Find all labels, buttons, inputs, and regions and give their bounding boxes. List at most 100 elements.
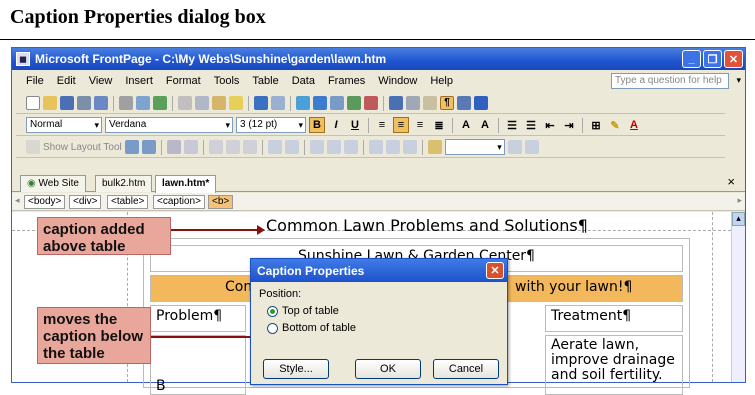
new-page-icon[interactable] bbox=[26, 96, 40, 110]
align-right-icon[interactable]: ≡ bbox=[412, 117, 428, 133]
tab-web-site[interactable]: ◉ Web Site bbox=[20, 175, 86, 192]
bold-button[interactable]: B bbox=[309, 117, 325, 133]
insert-rows-icon[interactable] bbox=[208, 140, 223, 154]
highlight-icon[interactable]: ✎ bbox=[607, 117, 623, 133]
numbering-icon[interactable]: ☰ bbox=[504, 117, 520, 133]
close-button[interactable]: ✕ bbox=[724, 50, 743, 68]
increase-font-icon[interactable]: A bbox=[458, 117, 474, 133]
scroll-up-icon[interactable]: ▴ bbox=[732, 212, 745, 226]
align-left-icon[interactable]: ≡ bbox=[374, 117, 390, 133]
tag-scroll-right-icon[interactable]: ▸ bbox=[737, 195, 742, 206]
search-icon[interactable] bbox=[77, 96, 91, 110]
align-center-icon[interactable]: ≡ bbox=[393, 117, 409, 133]
menu-file[interactable]: File bbox=[26, 75, 44, 87]
vertical-scrollbar[interactable]: ▴ bbox=[731, 212, 745, 382]
tab-lawn[interactable]: lawn.htm* bbox=[155, 175, 217, 193]
font-color-icon[interactable]: A bbox=[626, 117, 642, 133]
web-component-icon[interactable] bbox=[296, 96, 310, 110]
layout-table-icon[interactable] bbox=[124, 140, 139, 154]
radio-bottom-icon[interactable] bbox=[267, 322, 278, 334]
font-size-dropdown[interactable]: 3 (12 pt) bbox=[236, 117, 306, 133]
align-bottom-icon[interactable] bbox=[343, 140, 358, 154]
insert-columns-icon[interactable] bbox=[225, 140, 240, 154]
menu-tools[interactable]: Tools bbox=[214, 75, 240, 87]
borders-icon[interactable]: ⊞ bbox=[588, 117, 604, 133]
style-button[interactable]: Style... bbox=[263, 359, 329, 379]
menu-window[interactable]: Window bbox=[378, 75, 417, 87]
menu-frames[interactable]: Frames bbox=[328, 75, 365, 87]
underline-button[interactable]: U bbox=[347, 117, 363, 133]
show-layout-tool-button[interactable]: Show Layout Tool bbox=[43, 142, 122, 153]
insert-table-icon[interactable] bbox=[313, 96, 327, 110]
radio-top-icon[interactable] bbox=[267, 305, 278, 317]
bottom-of-table-option[interactable]: Bottom of table bbox=[267, 322, 499, 334]
tag-table[interactable]: <table> bbox=[107, 195, 149, 209]
menu-view[interactable]: View bbox=[89, 75, 113, 87]
tag-body[interactable]: <body> bbox=[24, 195, 66, 209]
paste-icon[interactable] bbox=[212, 96, 226, 110]
table-autoformat-dropdown[interactable] bbox=[444, 139, 505, 155]
bullets-icon[interactable]: ☰ bbox=[523, 117, 539, 133]
menu-format[interactable]: Format bbox=[166, 75, 201, 87]
insert-layer-icon[interactable] bbox=[330, 96, 344, 110]
help-search-input[interactable]: Type a question for help bbox=[611, 73, 729, 89]
dialog-close-icon[interactable]: ✕ bbox=[486, 262, 504, 279]
cancel-button[interactable]: Cancel bbox=[433, 359, 499, 379]
undo-icon[interactable] bbox=[254, 96, 268, 110]
treatment-cell[interactable]: Aerate lawn, improve drainage and soil f… bbox=[545, 335, 683, 395]
menu-table[interactable]: Table bbox=[252, 75, 278, 87]
fill-down-icon[interactable] bbox=[524, 140, 539, 154]
eraser-icon[interactable] bbox=[183, 140, 198, 154]
autofit-icon[interactable] bbox=[402, 140, 417, 154]
menu-insert[interactable]: Insert bbox=[125, 75, 153, 87]
ok-button[interactable]: OK bbox=[355, 359, 421, 379]
menu-edit[interactable]: Edit bbox=[57, 75, 76, 87]
treatment-header-cell[interactable]: Treatment¶ bbox=[545, 305, 683, 332]
help-dropdown-icon[interactable]: ▾ bbox=[736, 75, 741, 86]
distribute-columns-icon[interactable] bbox=[385, 140, 400, 154]
table-caption[interactable]: Common Lawn Problems and Solutions¶ bbox=[266, 216, 588, 235]
redo-icon[interactable] bbox=[271, 96, 285, 110]
problem-cell[interactable]: B bbox=[150, 335, 246, 395]
format-painter-icon[interactable] bbox=[229, 96, 243, 110]
increase-indent-icon[interactable]: ⇥ bbox=[561, 117, 577, 133]
top-of-table-option[interactable]: Top of table bbox=[267, 305, 499, 317]
layout-tool-icon[interactable] bbox=[26, 140, 40, 154]
decrease-indent-icon[interactable]: ⇤ bbox=[542, 117, 558, 133]
minimize-button[interactable]: _ bbox=[682, 50, 701, 68]
copy-icon[interactable] bbox=[195, 96, 209, 110]
tag-caption[interactable]: <caption> bbox=[153, 195, 205, 209]
spelling-icon[interactable] bbox=[153, 96, 167, 110]
font-dropdown[interactable]: Verdana bbox=[105, 117, 233, 133]
merge-cells-icon[interactable] bbox=[267, 140, 282, 154]
center-vertically-icon[interactable] bbox=[326, 140, 341, 154]
drawing-icon[interactable] bbox=[364, 96, 378, 110]
save-icon[interactable] bbox=[60, 96, 74, 110]
anchor-icon[interactable] bbox=[457, 96, 471, 110]
fill-color-icon[interactable] bbox=[427, 140, 442, 154]
split-cells-icon[interactable] bbox=[284, 140, 299, 154]
justify-icon[interactable]: ≣ bbox=[431, 117, 447, 133]
menu-data[interactable]: Data bbox=[292, 75, 315, 87]
delete-cells-icon[interactable] bbox=[242, 140, 257, 154]
publish-icon[interactable] bbox=[94, 96, 108, 110]
tab-bulk2[interactable]: bulk2.htm bbox=[95, 175, 153, 192]
decrease-font-icon[interactable]: A bbox=[477, 117, 493, 133]
hyperlink-icon[interactable] bbox=[389, 96, 403, 110]
problem-header-cell[interactable]: Problem¶ bbox=[150, 305, 246, 332]
autoformat-icon[interactable] bbox=[507, 140, 522, 154]
show-all-icon[interactable]: ¶ bbox=[440, 96, 454, 110]
insert-picture-icon[interactable] bbox=[347, 96, 361, 110]
stop-icon[interactable] bbox=[423, 96, 437, 110]
preview-icon[interactable] bbox=[136, 96, 150, 110]
open-icon[interactable] bbox=[43, 96, 57, 110]
refresh-icon[interactable] bbox=[406, 96, 420, 110]
tag-scroll-left-icon[interactable]: ◂ bbox=[15, 195, 20, 206]
distribute-rows-icon[interactable] bbox=[368, 140, 383, 154]
style-dropdown[interactable]: Normal bbox=[26, 117, 102, 133]
print-icon[interactable] bbox=[119, 96, 133, 110]
italic-button[interactable]: I bbox=[328, 117, 344, 133]
maximize-button[interactable]: ❐ bbox=[703, 50, 722, 68]
help-icon[interactable] bbox=[474, 96, 488, 110]
layout-cell-icon[interactable] bbox=[141, 140, 156, 154]
